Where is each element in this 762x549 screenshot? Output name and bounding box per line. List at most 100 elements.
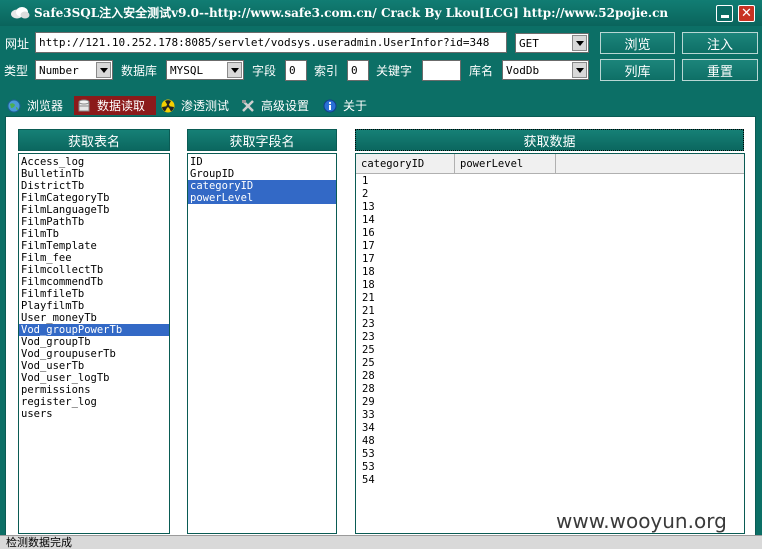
table-row[interactable]: 33: [356, 409, 375, 422]
tab-bar: 浏览器 数据读取 渗透测试 高级设置 关于: [0, 96, 762, 116]
list-item[interactable]: Vod_user_logTb: [19, 372, 169, 384]
table-row[interactable]: 13: [356, 201, 375, 214]
database-value: MYSQL: [170, 64, 204, 77]
chevron-down-icon[interactable]: [572, 62, 587, 78]
chevron-down-icon[interactable]: [96, 62, 111, 78]
table-row[interactable]: 23: [356, 318, 375, 331]
type-value: Number: [39, 64, 79, 77]
table-row[interactable]: 23: [356, 331, 375, 344]
keyword-label: 关键字: [376, 64, 413, 78]
get-tables-button[interactable]: 获取表名: [18, 129, 170, 151]
table-row[interactable]: 34: [356, 422, 375, 435]
window-title: Safe3SQL注入安全测试v9.0--http://www.safe3.com…: [34, 6, 669, 20]
table-row[interactable]: 14: [356, 214, 375, 227]
list-db-button[interactable]: 列库: [600, 59, 675, 81]
list-item[interactable]: ID: [188, 156, 336, 168]
close-icon: ✕: [741, 6, 752, 21]
tools-icon: [242, 99, 254, 112]
tab-pentest[interactable]: 渗透测试: [158, 96, 236, 115]
list-item[interactable]: User_moneyTb: [19, 312, 169, 324]
table-row[interactable]: 21: [356, 305, 375, 318]
tab-data-read[interactable]: 数据读取: [74, 96, 156, 115]
get-fields-button[interactable]: 获取字段名: [187, 129, 337, 151]
fields-list[interactable]: ID GroupID categoryID powerLevel: [187, 153, 337, 534]
list-item[interactable]: GroupID: [188, 168, 336, 180]
table-row[interactable]: 48: [356, 435, 375, 448]
list-item[interactable]: FilmLanguageTb: [19, 204, 169, 216]
list-item[interactable]: register_log: [19, 396, 169, 408]
list-item[interactable]: FilmcommendTb: [19, 276, 169, 288]
table-row[interactable]: 25: [356, 357, 375, 370]
table-row[interactable]: 54: [356, 474, 375, 487]
grid-rows: 1 2 13 14 16 17 17 18 18 21 21 23 23 25 25 28 28 29 33 34 48…: [356, 175, 375, 487]
list-item[interactable]: Vod_groupPowerTb: [19, 324, 169, 336]
list-item[interactable]: users: [19, 408, 169, 420]
minimize-button[interactable]: [716, 5, 733, 22]
list-item[interactable]: Vod_userTb: [19, 360, 169, 372]
reset-button[interactable]: 重置: [682, 59, 758, 81]
list-item[interactable]: DistrictTb: [19, 180, 169, 192]
table-row[interactable]: 21: [356, 292, 375, 305]
column-header[interactable]: powerLevel: [455, 154, 556, 174]
method-select[interactable]: GET: [515, 33, 589, 53]
cloud-icon: [11, 7, 30, 19]
list-item[interactable]: Vod_groupTb: [19, 336, 169, 348]
chevron-down-icon[interactable]: [572, 35, 587, 51]
browse-button[interactable]: 浏览: [600, 32, 675, 54]
list-item[interactable]: FilmTemplate: [19, 240, 169, 252]
tab-about[interactable]: 关于: [320, 96, 378, 115]
database-icon: [78, 99, 90, 111]
tab-browser[interactable]: 浏览器: [4, 96, 74, 115]
table-row[interactable]: 25: [356, 344, 375, 357]
table-row[interactable]: 28: [356, 383, 375, 396]
table-row[interactable]: 18: [356, 266, 375, 279]
close-button[interactable]: ✕: [738, 5, 755, 22]
list-item[interactable]: PlayfilmTb: [19, 300, 169, 312]
database-select[interactable]: MYSQL: [166, 60, 244, 80]
data-grid[interactable]: categoryID powerLevel 1 2 13 14 16 17 17 18 18 21…: [355, 153, 745, 534]
globe-icon: [7, 99, 21, 112]
list-item[interactable]: FilmPathTb: [19, 216, 169, 228]
tables-list[interactable]: Access_log BulletinTb DistrictTb FilmCatego…: [18, 153, 170, 534]
table-row[interactable]: 16: [356, 227, 375, 240]
url-input[interactable]: http://121.10.252.178:8085/servlet/vodsy…: [35, 32, 507, 53]
field-input[interactable]: 0: [285, 60, 307, 81]
table-row[interactable]: 29: [356, 396, 375, 409]
list-item[interactable]: permissions: [19, 384, 169, 396]
table-row[interactable]: 18: [356, 279, 375, 292]
list-item[interactable]: powerLevel: [188, 192, 336, 204]
list-item[interactable]: BulletinTb: [19, 168, 169, 180]
list-item[interactable]: categoryID: [188, 180, 336, 192]
column-header[interactable]: categoryID: [356, 154, 455, 174]
libname-label: 库名: [469, 64, 494, 78]
table-row[interactable]: 28: [356, 370, 375, 383]
list-item[interactable]: Access_log: [19, 156, 169, 168]
method-value: GET: [519, 37, 539, 50]
chevron-down-icon[interactable]: [227, 62, 242, 78]
list-item[interactable]: Film_fee: [19, 252, 169, 264]
database-label: 数据库: [121, 64, 158, 78]
table-row[interactable]: 53: [356, 448, 375, 461]
table-row[interactable]: 17: [356, 240, 375, 253]
list-item[interactable]: Vod_groupuserTb: [19, 348, 169, 360]
tab-label: 数据读取: [97, 99, 146, 113]
index-label: 索引: [314, 64, 339, 78]
table-row[interactable]: 53: [356, 461, 375, 474]
index-input[interactable]: 0: [347, 60, 369, 81]
table-row[interactable]: 2: [356, 188, 375, 201]
list-item[interactable]: FilmTb: [19, 228, 169, 240]
libname-value: VodDb: [506, 64, 540, 77]
minimize-icon: [720, 15, 729, 18]
tab-advanced-settings[interactable]: 高级设置: [238, 96, 318, 115]
get-data-button[interactable]: 获取数据: [355, 129, 744, 151]
table-row[interactable]: 1: [356, 175, 375, 188]
table-row[interactable]: 17: [356, 253, 375, 266]
libname-select[interactable]: VodDb: [502, 60, 589, 80]
tab-label: 渗透测试: [181, 99, 230, 113]
inject-button[interactable]: 注入: [682, 32, 758, 54]
list-item[interactable]: FilmCategoryTb: [19, 192, 169, 204]
type-select[interactable]: Number: [35, 60, 113, 80]
keyword-input[interactable]: [422, 60, 461, 81]
list-item[interactable]: FilmfileTb: [19, 288, 169, 300]
list-item[interactable]: FilmcollectTb: [19, 264, 169, 276]
